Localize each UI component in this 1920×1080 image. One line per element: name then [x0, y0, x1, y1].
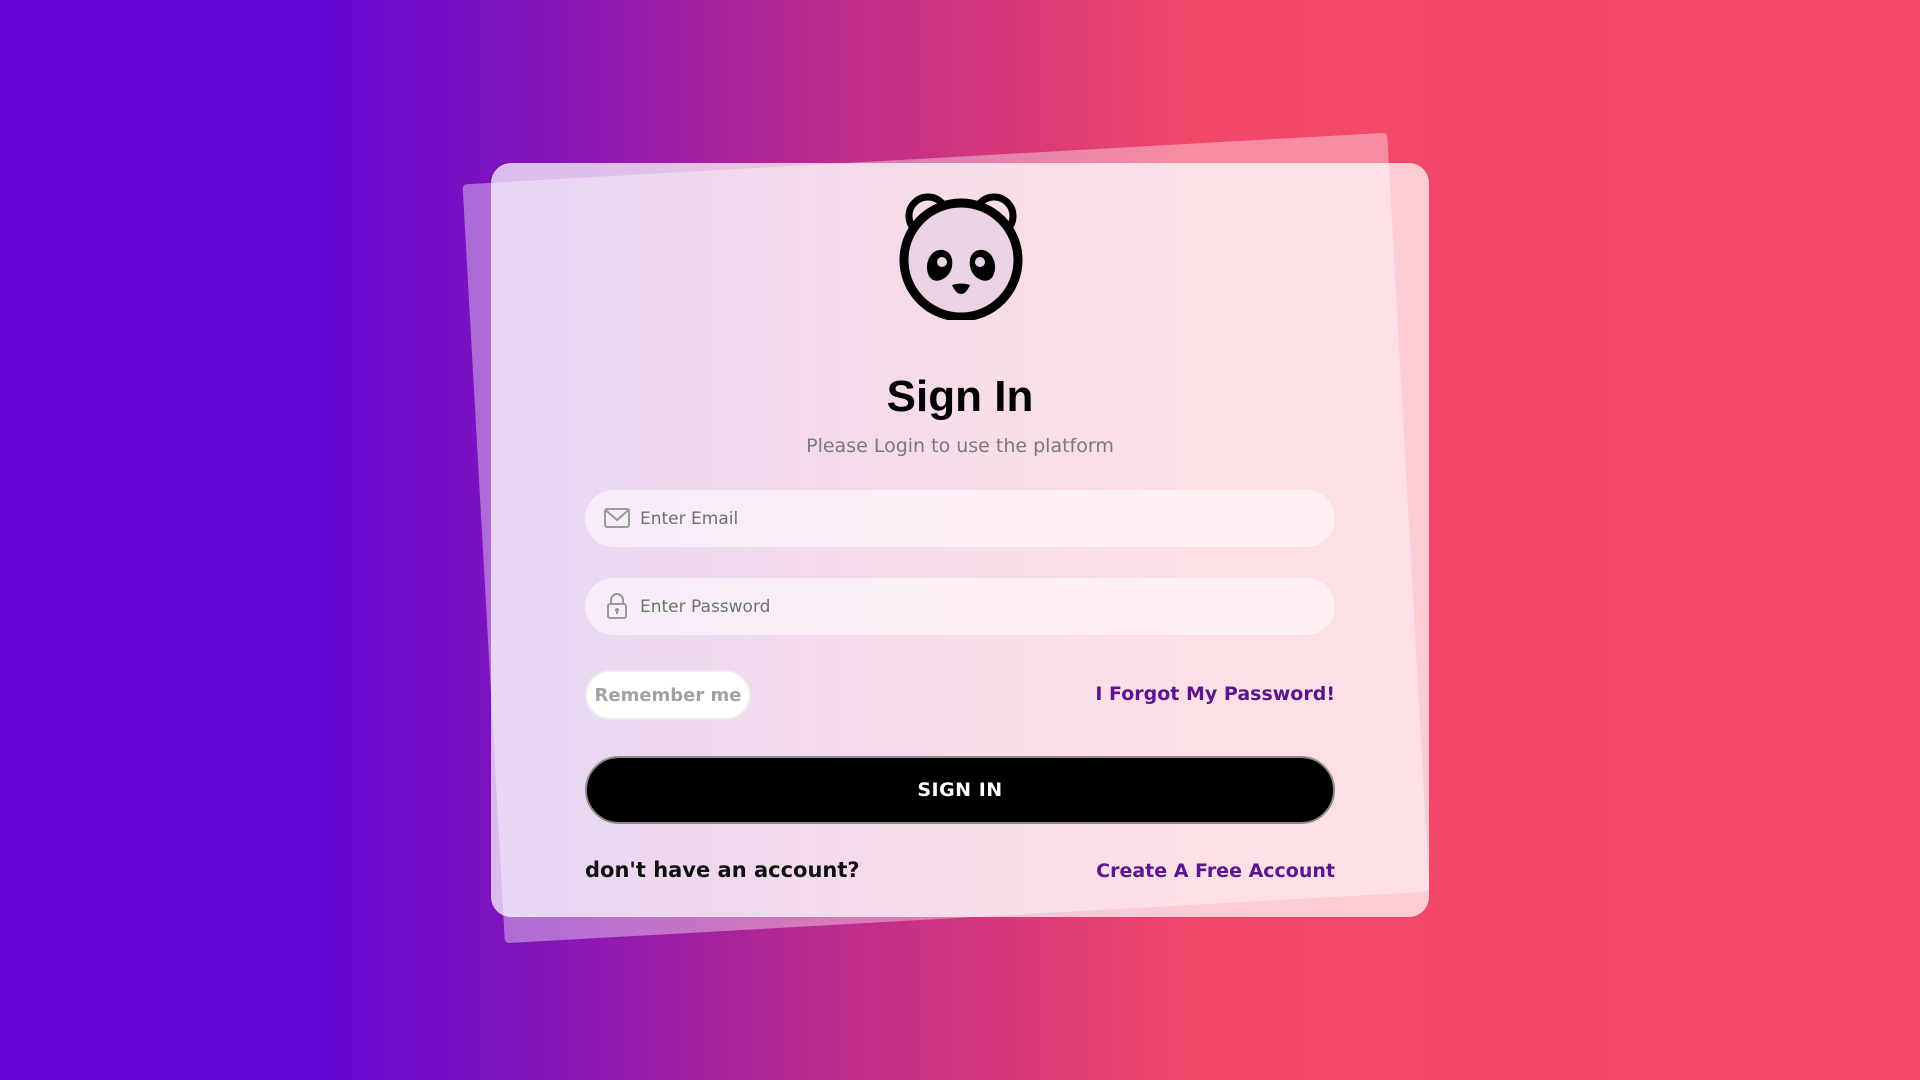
remember-me-toggle[interactable]: Remember me [585, 670, 751, 720]
page-subtitle: Please Login to use the platform [806, 435, 1114, 457]
forgot-password-link[interactable]: I Forgot My Password! [1095, 683, 1335, 705]
no-account-prompt: don't have an account? [585, 858, 860, 882]
email-field[interactable] [585, 490, 1335, 547]
create-account-link[interactable]: Create A Free Account [1096, 860, 1335, 882]
password-field[interactable] [585, 578, 1335, 635]
panda-icon [899, 193, 1023, 320]
email-input[interactable] [640, 490, 1320, 547]
sign-in-button[interactable]: SIGN IN [585, 756, 1335, 824]
password-input[interactable] [640, 578, 1320, 635]
mail-icon [604, 508, 630, 528]
lock-icon [607, 593, 627, 619]
page-title: Sign In [886, 372, 1034, 421]
